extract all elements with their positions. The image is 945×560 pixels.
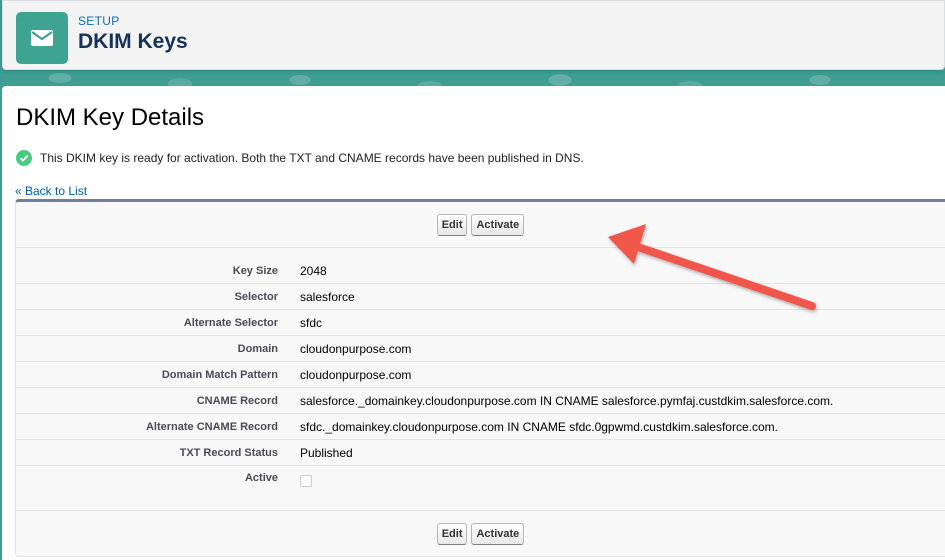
field-row-alternate-cname-record: Alternate CNAME Record sfdc._domainkey.c…: [16, 414, 945, 440]
field-row-txt-record-status: TXT Record Status Published: [16, 440, 945, 466]
field-value: sfdc: [300, 315, 323, 330]
page-title: DKIM Key Details: [16, 104, 205, 131]
header-title: DKIM Keys: [78, 30, 188, 53]
header-eyebrow: SETUP: [78, 14, 120, 28]
field-label: Alternate CNAME Record: [145, 420, 278, 433]
field-value: salesforce: [300, 289, 355, 304]
edit-button[interactable]: Edit: [436, 522, 468, 545]
field-label: Domain Match Pattern: [161, 368, 278, 381]
field-label: Active: [244, 472, 278, 484]
field-value: salesforce._domainkey.cloudonpurpose.com…: [300, 393, 834, 408]
field-row-cname-record: CNAME Record salesforce._domainkey.cloud…: [16, 388, 945, 414]
field-label: CNAME Record: [196, 394, 278, 407]
active-checkbox: [300, 475, 312, 487]
field-value: cloudonpurpose.com: [300, 341, 412, 356]
envelope-icon: [16, 12, 68, 64]
edit-button[interactable]: Edit: [436, 213, 468, 236]
activate-button[interactable]: Activate: [471, 522, 525, 545]
back-to-list-link[interactable]: « Back to List: [15, 184, 87, 198]
status-message-text: This DKIM key is ready for activation. B…: [40, 151, 584, 165]
setup-header: SETUP DKIM Keys: [2, 0, 945, 70]
field-label: TXT Record Status: [179, 446, 278, 459]
field-label: Selector: [234, 290, 278, 303]
field-label: Key Size: [232, 264, 278, 277]
bottom-button-row: Edit Activate: [16, 510, 945, 556]
main-panel: DKIM Key Details This DKIM key is ready …: [2, 86, 945, 560]
check-circle-icon: [16, 150, 32, 166]
field-label: Domain: [237, 342, 278, 355]
field-value: 2048: [300, 263, 327, 278]
field-row-domain: Domain cloudonpurpose.com: [16, 336, 945, 362]
field-value: cloudonpurpose.com: [300, 367, 412, 382]
field-value: sfdc._domainkey.cloudonpurpose.com IN CN…: [300, 419, 778, 434]
annotation-arrow-icon: [608, 224, 816, 310]
field-row-domain-match-pattern: Domain Match Pattern cloudonpurpose.com: [16, 362, 945, 388]
field-label: Alternate Selector: [183, 316, 278, 329]
field-row-active: Active: [16, 466, 945, 496]
activate-button[interactable]: Activate: [471, 213, 525, 236]
status-message: This DKIM key is ready for activation. B…: [16, 150, 584, 166]
field-value: Published: [300, 445, 353, 460]
